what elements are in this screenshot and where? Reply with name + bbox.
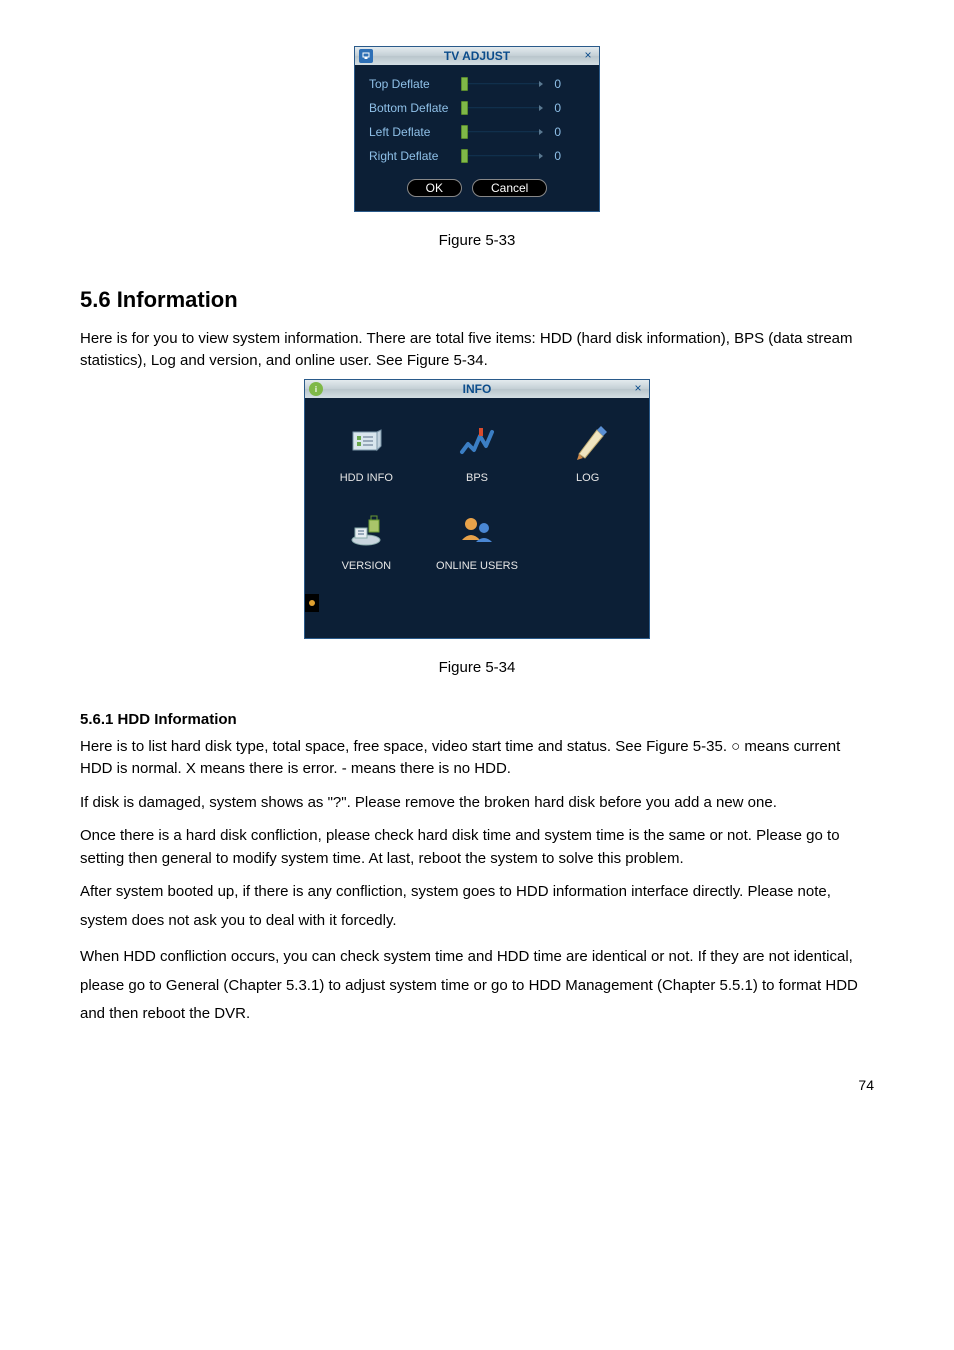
top-deflate-slider[interactable] bbox=[461, 79, 541, 89]
tv-adjust-window: TV ADJUST × Top Deflate 0 Bottom Deflate… bbox=[354, 46, 600, 212]
version-label: VERSION bbox=[342, 558, 392, 575]
online-users-icon bbox=[456, 510, 498, 552]
right-deflate-slider[interactable] bbox=[461, 151, 541, 161]
online-users-item[interactable]: ONLINE USERS bbox=[426, 510, 529, 575]
section-5-6-heading: 5.6 Information bbox=[80, 283, 874, 316]
right-deflate-value: 0 bbox=[547, 147, 561, 165]
hdd-info-label: HDD INFO bbox=[340, 470, 393, 487]
log-item[interactable]: LOG bbox=[536, 422, 639, 487]
info-icon: i bbox=[309, 382, 323, 396]
tv-adjust-title: TV ADJUST bbox=[373, 47, 581, 65]
left-deflate-slider[interactable] bbox=[461, 127, 541, 137]
info-corner-marker bbox=[305, 594, 319, 612]
page-number: 74 bbox=[80, 1075, 874, 1096]
figure-5-34-caption: Figure 5-34 bbox=[80, 657, 874, 680]
info-window: i INFO × bbox=[304, 379, 650, 639]
left-deflate-row: Left Deflate 0 bbox=[369, 123, 585, 141]
svg-text:i: i bbox=[315, 385, 317, 394]
version-icon bbox=[345, 510, 387, 552]
left-deflate-value: 0 bbox=[547, 123, 561, 141]
online-users-label: ONLINE USERS bbox=[436, 558, 518, 575]
bottom-deflate-row: Bottom Deflate 0 bbox=[369, 99, 585, 117]
top-deflate-value: 0 bbox=[547, 75, 561, 93]
hdd-para-1: Here is to list hard disk type, total sp… bbox=[80, 736, 874, 781]
log-label: LOG bbox=[576, 470, 599, 487]
version-item[interactable]: VERSION bbox=[315, 510, 418, 575]
close-icon[interactable]: × bbox=[631, 382, 645, 396]
subsection-5-6-1-heading: 5.6.1 HDD Information bbox=[80, 709, 874, 732]
cancel-button[interactable]: Cancel bbox=[472, 179, 547, 197]
ok-button[interactable]: OK bbox=[407, 179, 462, 197]
hdd-para-3: Once there is a hard disk confliction, p… bbox=[80, 825, 874, 870]
left-deflate-label: Left Deflate bbox=[369, 123, 455, 141]
bps-icon bbox=[456, 422, 498, 464]
bps-item[interactable]: BPS bbox=[426, 422, 529, 487]
info-title: INFO bbox=[323, 380, 631, 398]
info-titlebar: i INFO × bbox=[305, 380, 649, 398]
bottom-deflate-value: 0 bbox=[547, 99, 561, 117]
hdd-info-item[interactable]: HDD INFO bbox=[315, 422, 418, 487]
hdd-para-4: After system booted up, if there is any … bbox=[80, 878, 874, 935]
top-deflate-row: Top Deflate 0 bbox=[369, 75, 585, 93]
tv-adjust-icon bbox=[359, 49, 373, 63]
tv-adjust-titlebar: TV ADJUST × bbox=[355, 47, 599, 65]
section-5-6-body: Here is for you to view system informati… bbox=[80, 328, 874, 373]
figure-5-33-caption: Figure 5-33 bbox=[80, 230, 874, 253]
hdd-para-2: If disk is damaged, system shows as "?".… bbox=[80, 789, 874, 818]
bps-label: BPS bbox=[466, 470, 488, 487]
right-deflate-row: Right Deflate 0 bbox=[369, 147, 585, 165]
right-deflate-label: Right Deflate bbox=[369, 147, 455, 165]
hdd-info-icon bbox=[345, 422, 387, 464]
log-icon bbox=[567, 422, 609, 464]
top-deflate-label: Top Deflate bbox=[369, 75, 455, 93]
close-icon[interactable]: × bbox=[581, 49, 595, 63]
bottom-deflate-label: Bottom Deflate bbox=[369, 99, 455, 117]
bottom-deflate-slider[interactable] bbox=[461, 103, 541, 113]
hdd-para-5: When HDD confliction occurs, you can che… bbox=[80, 943, 874, 1029]
